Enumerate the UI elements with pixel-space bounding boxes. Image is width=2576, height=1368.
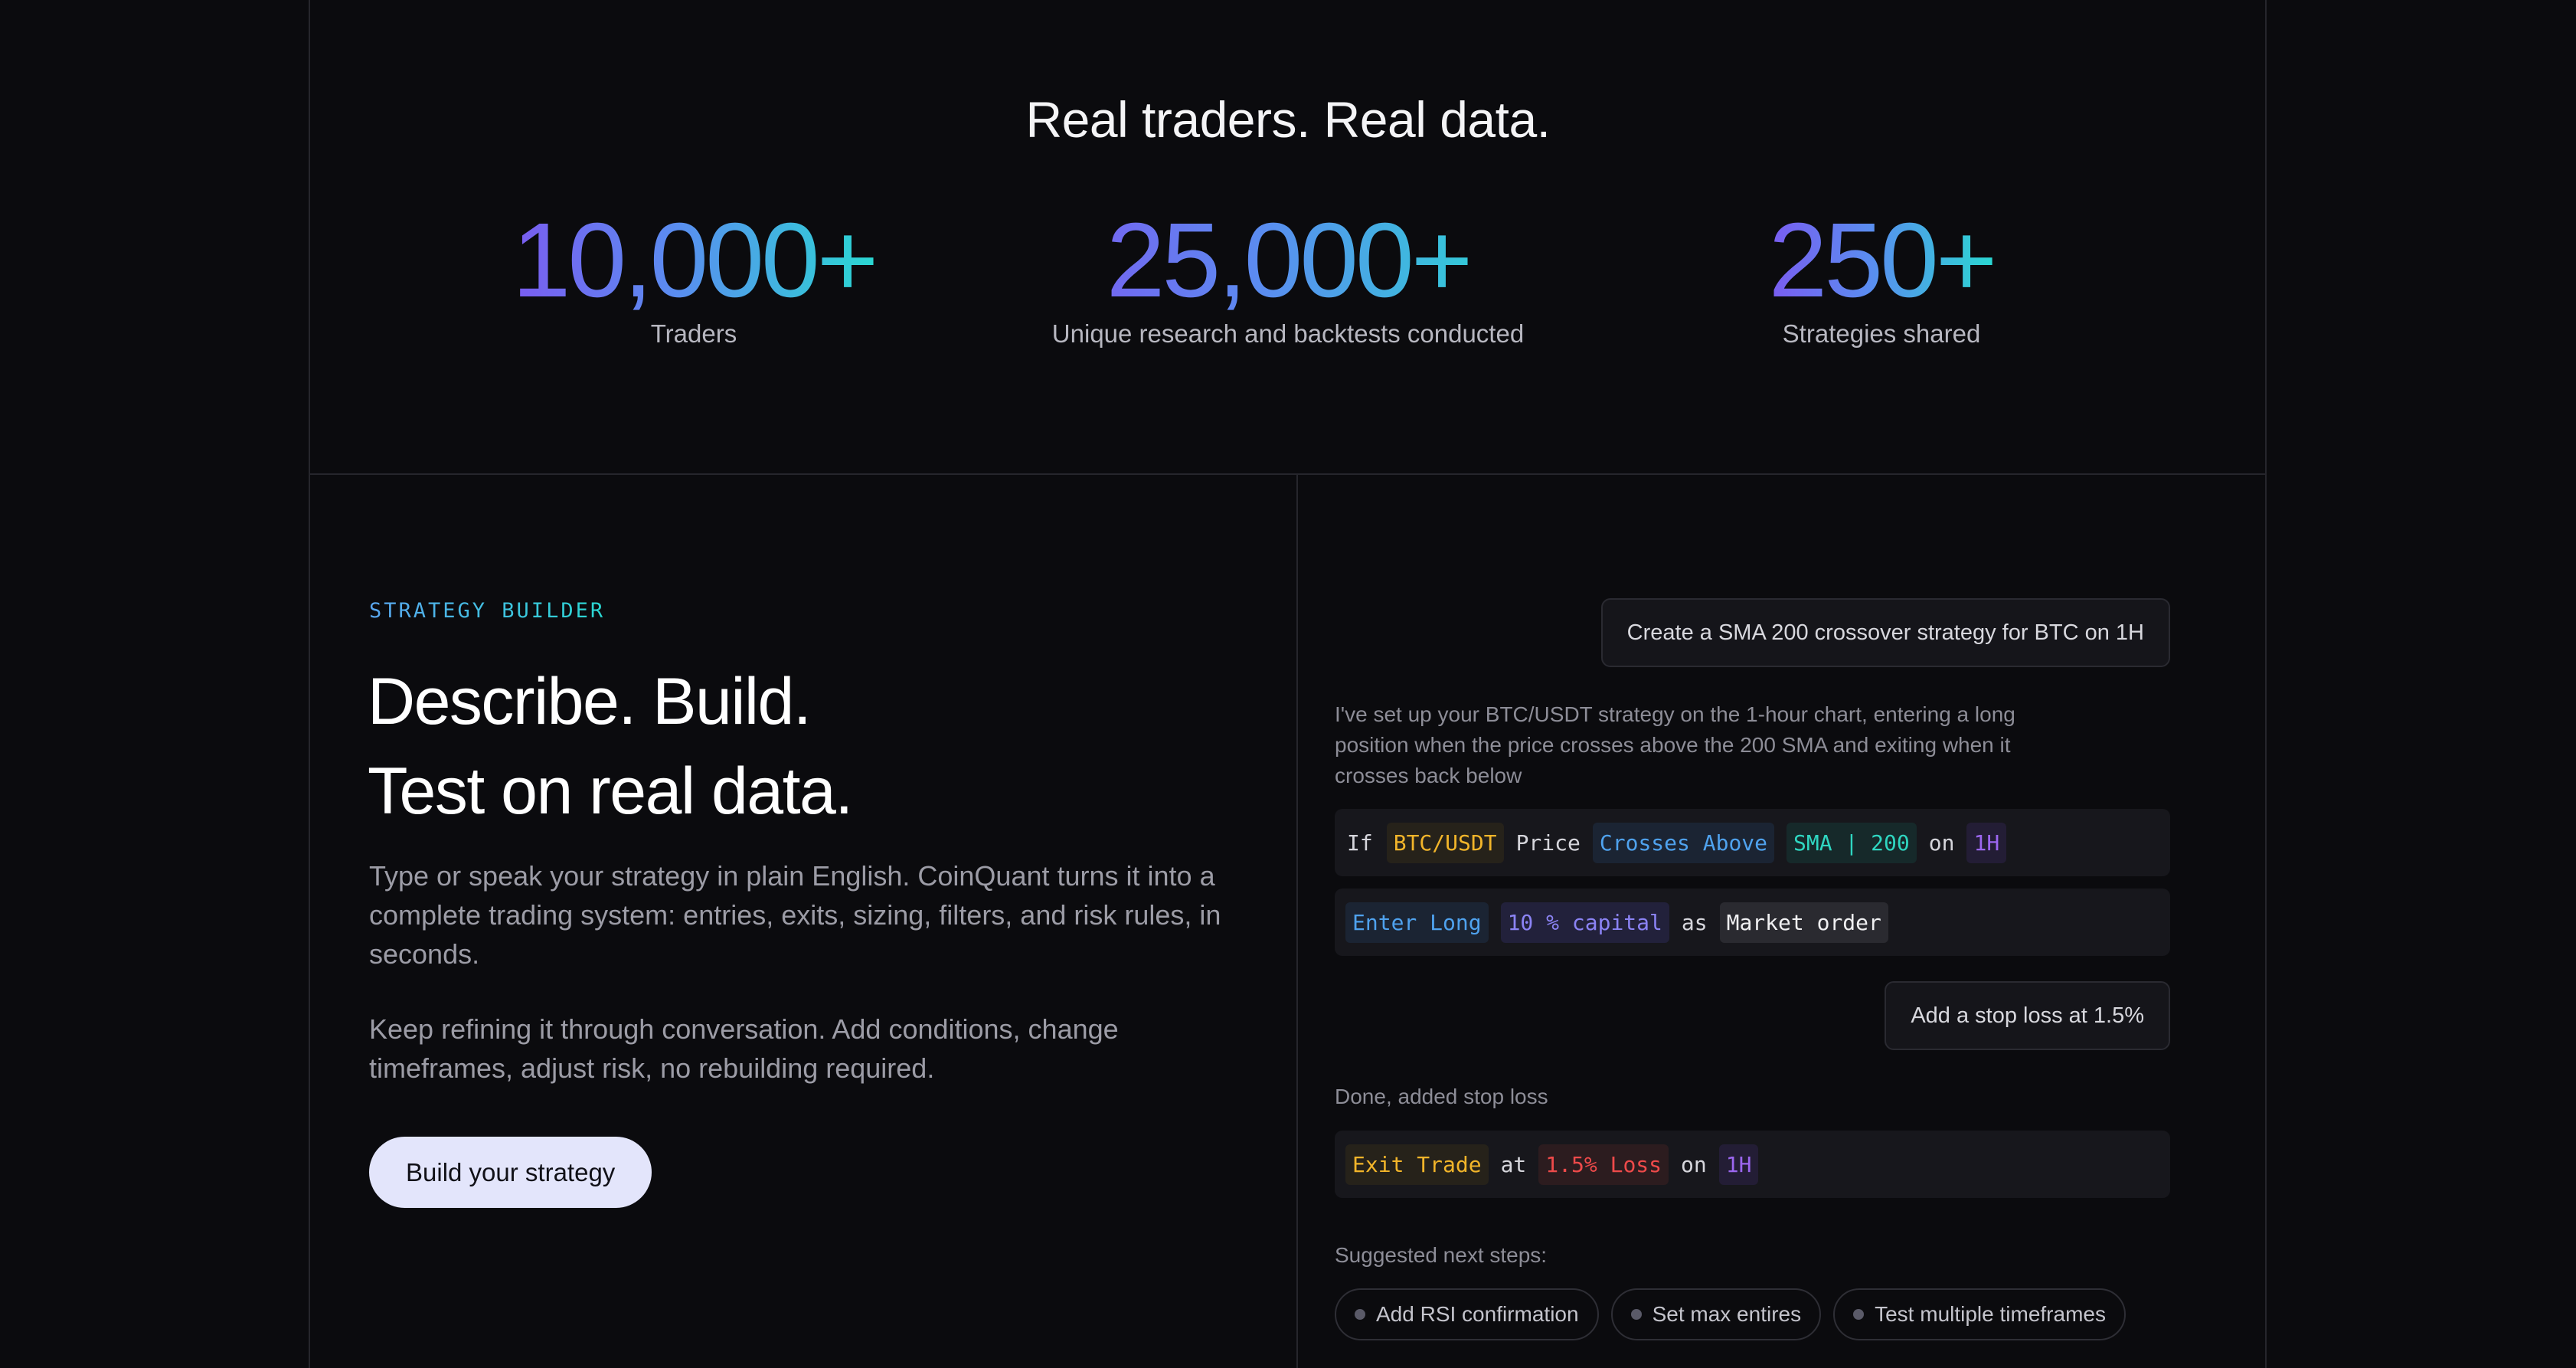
bullet-dot-icon xyxy=(1630,1309,1642,1320)
rule-indicator-token: SMA | 200 xyxy=(1787,822,1917,863)
stat-label: Unique research and backtests conducted xyxy=(1051,319,1525,348)
headline-line-2: Test on real data. xyxy=(368,754,853,828)
rule-as-text: as xyxy=(1681,909,1708,935)
suggestion-chip-max-entries[interactable]: Set max entires xyxy=(1610,1288,1822,1340)
section-eyebrow: STRATEGY BUILDER xyxy=(369,599,606,623)
rule-size-token: 10 % capital xyxy=(1500,902,1669,943)
rule-order-type-token: Market order xyxy=(1719,902,1888,943)
entry-rule-card: If BTC/USDT Price Crosses Above SMA | 20… xyxy=(1335,809,2170,876)
rule-timeframe-token: 1H xyxy=(1718,1144,1759,1185)
section-headline: Describe. Build. Test on real data. xyxy=(368,657,853,836)
stat-traders: 10,000+ Traders xyxy=(512,201,879,349)
rule-price-text: Price xyxy=(1515,830,1581,856)
suggested-steps-label: Suggested next steps: xyxy=(1335,1243,1548,1267)
user-message-bubble: Add a stop loss at 1.5% xyxy=(1885,981,2170,1050)
bullet-dot-icon xyxy=(1853,1309,1865,1320)
column-divider xyxy=(1296,475,1298,1368)
stat-value: 250+ xyxy=(1768,201,1998,319)
build-strategy-button[interactable]: Build your strategy xyxy=(369,1137,652,1208)
suggestion-chip-timeframes[interactable]: Test multiple timeframes xyxy=(1833,1288,2126,1340)
chip-label: Test multiple timeframes xyxy=(1875,1302,2106,1326)
stat-value: 10,000+ xyxy=(512,201,879,319)
rule-at-text: at xyxy=(1500,1151,1527,1177)
user-message-bubble: Create a SMA 200 crossover strategy for … xyxy=(1600,598,2170,667)
stat-label: Strategies shared xyxy=(1782,319,1981,348)
rule-exit-token: Exit Trade xyxy=(1345,1144,1489,1185)
assistant-message: Done, added stop loss xyxy=(1335,1085,1548,1108)
stats-title: Real traders. Real data. xyxy=(1025,91,1551,148)
rule-loss-token: 1.5% Loss xyxy=(1538,1144,1669,1185)
rule-timeframe-token: 1H xyxy=(1966,822,2007,863)
exit-rule-card: Exit Trade at 1.5% Loss on 1H xyxy=(1335,1131,2170,1198)
description-paragraph-2: Keep refining it through conversation. A… xyxy=(369,1013,1119,1084)
stat-strategies: 250+ Strategies shared xyxy=(1768,201,1998,349)
stat-backtests: 25,000+ Unique research and backtests co… xyxy=(1052,203,1524,349)
chip-label: Set max entires xyxy=(1652,1302,1802,1326)
assistant-message: I've set up your BTC/USDT strategy on th… xyxy=(1335,702,2015,787)
section-divider xyxy=(309,473,2267,475)
stat-label: Traders xyxy=(650,319,737,348)
rule-if-keyword: If xyxy=(1347,830,1373,856)
description-paragraph-1: Type or speak your strategy in plain Eng… xyxy=(369,860,1221,970)
rule-on-text: on xyxy=(1928,830,1955,856)
headline-line-1: Describe. Build. xyxy=(368,665,812,738)
rule-action-token: Enter Long xyxy=(1345,902,1489,943)
rule-on-text: on xyxy=(1681,1151,1707,1177)
rule-condition-token: Crosses Above xyxy=(1592,822,1775,863)
suggestion-chip-rsi[interactable]: Add RSI confirmation xyxy=(1335,1288,1599,1340)
rule-pair-token: BTC/USDT xyxy=(1386,822,1504,863)
suggestion-chips: Add RSI confirmation Set max entires Tes… xyxy=(1335,1288,2126,1340)
stat-value: 25,000+ xyxy=(1052,203,1524,318)
action-rule-card: Enter Long 10 % capital as Market order xyxy=(1335,889,2170,956)
chip-label: Add RSI confirmation xyxy=(1376,1302,1579,1326)
bullet-dot-icon xyxy=(1355,1309,1365,1320)
